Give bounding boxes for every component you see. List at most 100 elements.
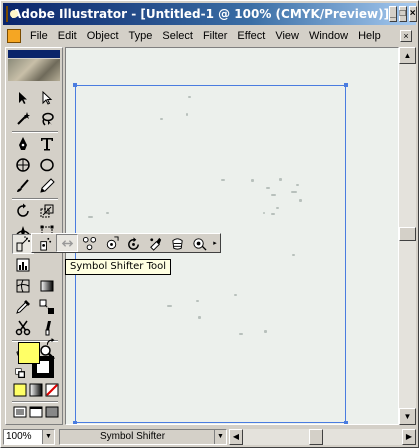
scroll-up-icon[interactable]: ▲ [399,47,416,64]
symbol-instance[interactable] [271,213,275,215]
title-bar[interactable]: Adobe Illustrator - [Untitled-1 @ 100% (… [3,3,417,25]
scroll-right-icon[interactable]: ▶ [402,428,416,445]
swap-fill-stroke-icon[interactable] [44,337,58,349]
zoom-dropdown-icon[interactable]: ▼ [42,429,54,444]
symbol-shifter-icon[interactable] [56,234,78,252]
pencil-icon[interactable] [36,176,58,196]
menu-select[interactable]: Select [157,27,198,45]
symbol-instance[interactable] [296,184,299,186]
selection-icon[interactable] [12,88,34,108]
color-mode-icon[interactable] [12,382,28,398]
symbol-instance[interactable] [291,191,297,193]
full-screen-mode-icon[interactable] [44,404,60,420]
paintbrush-icon[interactable] [12,176,34,196]
scissors-icon[interactable] [12,318,34,338]
line-segment-icon[interactable] [12,155,34,175]
horizontal-scrollbar[interactable]: ◀ ▶ [229,428,416,445]
flyout-more-icon[interactable]: ▸ [210,239,220,247]
type-icon[interactable] [36,134,58,154]
symbol-instance[interactable] [279,178,282,181]
standard-screen-mode-icon[interactable] [12,404,28,420]
symbol-instance[interactable] [251,179,254,182]
menu-filter[interactable]: Filter [198,27,232,45]
symbol-instance[interactable] [292,254,295,256]
menu-view[interactable]: View [270,27,304,45]
symbol-sizer-icon[interactable] [100,234,122,252]
knife-icon[interactable] [36,318,58,338]
symbol-sprayer-icon[interactable] [34,234,56,252]
vertical-scroll-thumb[interactable] [399,227,416,241]
status-dropdown-icon[interactable]: ▼ [214,429,226,444]
symbol-styler-icon[interactable] [188,234,210,252]
default-colors-icon[interactable] [14,368,26,378]
symbol-instance[interactable] [299,199,302,202]
toolbox-divider [12,198,58,200]
graph-icon[interactable] [12,255,34,275]
document-close-button[interactable]: × [400,30,412,42]
artboard [73,83,348,424]
symbol-screener-icon[interactable] [166,234,188,252]
status-tool-field[interactable]: Symbol Shifter ▼ [59,428,227,445]
minimize-button[interactable]: _ [389,6,397,22]
zoom-level-field[interactable]: 100% ▼ [3,428,55,445]
pen-icon[interactable] [12,134,34,154]
symbol-instance[interactable] [167,305,172,307]
symbol-instance[interactable] [160,118,163,120]
full-screen-menu-mode-icon[interactable] [28,404,44,420]
symbol-scruncher-icon[interactable] [78,234,100,252]
eyedropper-icon[interactable] [12,297,34,317]
symbol-instance[interactable] [239,333,243,335]
symbol-instance[interactable] [234,294,237,296]
document-icon[interactable] [7,29,21,43]
ellipse-icon[interactable] [36,155,58,175]
close-button[interactable]: × [408,6,417,22]
toolbox-divider [12,131,58,133]
symbol-instance[interactable] [264,330,267,333]
menu-object[interactable]: Object [82,27,124,45]
symbol-instance[interactable] [266,187,270,189]
menu-edit[interactable]: Edit [53,27,82,45]
menu-help[interactable]: Help [353,27,386,45]
toolbox-divider [12,401,58,403]
symbol-instance[interactable] [263,212,265,214]
scale-icon[interactable] [36,201,58,221]
fill-color-swatch[interactable] [18,342,40,364]
mesh-icon[interactable] [12,276,34,296]
maximize-button[interactable]: □ [398,6,407,22]
symbol-instance[interactable] [186,113,188,116]
scroll-left-icon[interactable]: ◀ [229,428,243,445]
menu-window[interactable]: Window [304,27,353,45]
scroll-down-icon[interactable]: ▼ [399,408,416,425]
symbol-stainer-icon[interactable] [144,234,166,252]
menu-bar: File Edit Object Type Select Filter Effe… [3,27,416,45]
artboard-corner [73,421,77,424]
symbol-instance[interactable] [188,96,191,98]
vertical-scrollbar[interactable]: ▲ ▼ [399,47,416,425]
gradient-mode-icon[interactable] [28,382,44,398]
rotate-icon[interactable] [12,201,34,221]
symbol-instance[interactable] [88,216,93,218]
status-bar: 100% ▼ Symbol Shifter ▼ ◀ ▶ [3,427,416,446]
toolbox-title-grip[interactable] [8,50,60,58]
horizontal-scroll-thumb[interactable] [309,428,323,445]
gradient-icon[interactable] [36,276,58,296]
blend-icon[interactable] [36,297,58,317]
zoom-level-value: 100% [6,430,32,442]
menu-type[interactable]: Type [124,27,158,45]
symbol-instance[interactable] [106,212,109,214]
direct-selection-icon[interactable] [36,88,58,108]
symbol-instance[interactable] [276,207,279,209]
window-title: Adobe Illustrator - [Untitled-1 @ 100% (… [12,7,390,21]
lasso-icon[interactable] [36,109,58,129]
illustrator-app-icon[interactable] [6,6,18,22]
symbol-spinner-icon[interactable] [122,234,144,252]
symbol-instance[interactable] [198,316,201,319]
symbol-instance[interactable] [271,194,276,196]
symbol-instance[interactable] [221,179,225,181]
symbol-instance[interactable] [196,300,199,302]
menu-file[interactable]: File [25,27,53,45]
menu-effect[interactable]: Effect [232,27,270,45]
toolbox-logo-image[interactable] [8,59,60,81]
none-mode-icon[interactable] [44,382,60,398]
magic-wand-icon[interactable] [12,109,34,129]
